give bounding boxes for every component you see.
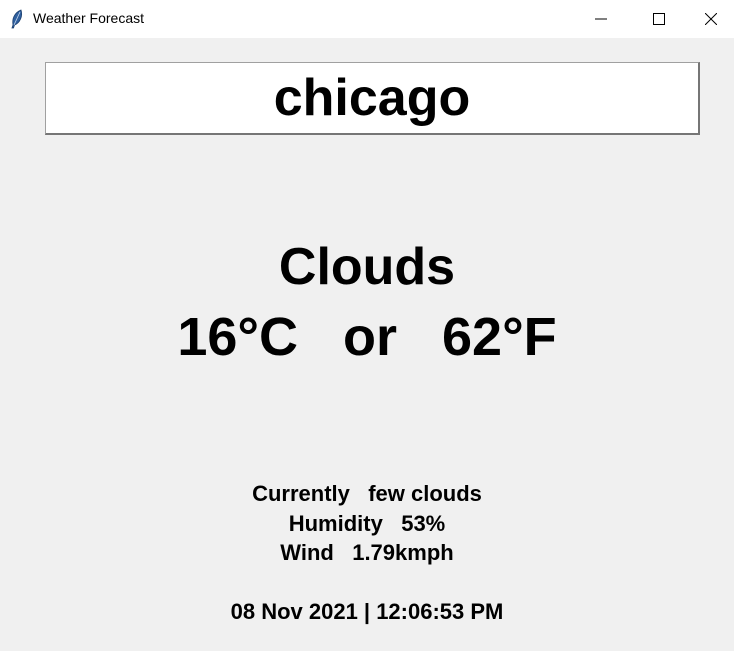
- title-bar[interactable]: Weather Forecast: [0, 0, 734, 38]
- temperature-fahrenheit: 62°F: [442, 307, 557, 367]
- wind-line: Wind 1.79kmph: [0, 539, 734, 567]
- maximize-icon: [653, 13, 665, 25]
- currently-label: Currently: [252, 481, 350, 506]
- city-search-input[interactable]: [45, 62, 700, 135]
- humidity-line: Humidity 53%: [0, 510, 734, 538]
- currently-value: few clouds: [368, 481, 482, 506]
- currently-line: Currently few clouds: [0, 480, 734, 508]
- wind-label: Wind: [280, 540, 334, 565]
- humidity-label: Humidity: [288, 511, 383, 536]
- close-button[interactable]: [688, 0, 734, 38]
- close-icon: [705, 13, 717, 25]
- temperature-separator: or: [343, 307, 397, 367]
- temperature-line: 16°C or 62°F: [0, 306, 734, 368]
- wind-value: 1.79kmph: [352, 540, 454, 565]
- date-time-label: 08 Nov 2021 | 12:06:53 PM: [230, 599, 504, 624]
- minimize-icon: [595, 18, 607, 20]
- feather-icon: [11, 9, 23, 29]
- maximize-button[interactable]: [630, 0, 688, 38]
- humidity-value: 53%: [401, 511, 446, 536]
- window-title: Weather Forecast: [33, 10, 145, 26]
- weather-condition: Clouds: [278, 238, 456, 296]
- temperature-celsius: 16°C: [177, 307, 298, 367]
- minimize-button[interactable]: [572, 0, 630, 38]
